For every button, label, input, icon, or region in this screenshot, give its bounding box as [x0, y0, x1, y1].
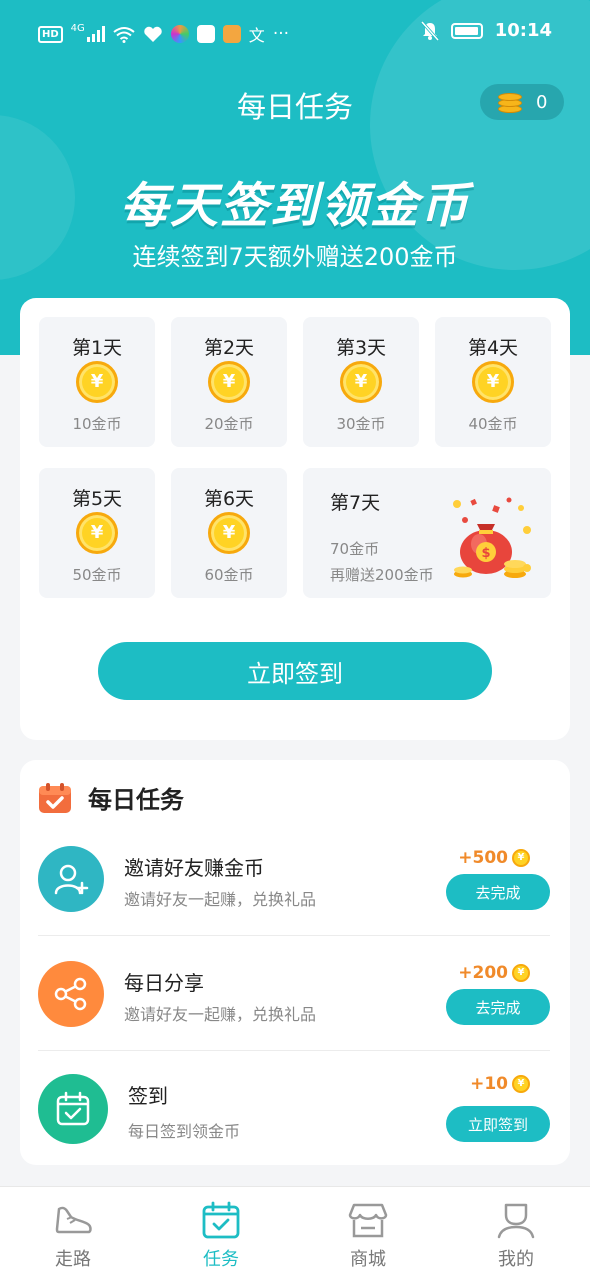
day-label: 第6天 — [203, 488, 255, 510]
app-notification-icon — [170, 25, 189, 43]
day-reward: 70金币 — [330, 540, 380, 558]
task-name: 邀请好友赚金币 — [124, 856, 264, 880]
signal-icon — [86, 26, 105, 42]
day-label: 第4天 — [467, 337, 519, 359]
tasks-title: 每日任务 — [88, 786, 184, 814]
task-row-checkin: 签到 每日签到领金币 +10 ¥ 立即签到 — [38, 1072, 550, 1186]
hd-indicator: HD — [38, 25, 63, 43]
coin-balance: 0 — [536, 91, 548, 113]
tab-profile[interactable]: 我的 — [466, 1187, 566, 1278]
translate-icon: 文 — [248, 26, 265, 45]
tab-label: 商城 — [350, 1249, 386, 1270]
checkin-day-4: 第4天 ¥ 40金币 — [435, 317, 551, 447]
day-reward: 50金币 — [72, 566, 122, 584]
calendar-check-icon — [39, 782, 71, 813]
shoe-icon — [55, 1206, 92, 1234]
user-icon — [497, 1203, 535, 1239]
checkin-button[interactable]: 立即签到 — [98, 642, 492, 700]
checkin-day-7: 第7天 70金币 再赠送200金币 $ — [303, 468, 551, 598]
divider — [38, 935, 550, 936]
more-notifications-icon: ··· — [272, 24, 290, 44]
add-user-icon — [38, 846, 104, 912]
checkin-day-3: 第3天 ¥ 30金币 — [303, 317, 419, 447]
day-reward: 60金币 — [204, 566, 254, 584]
task-name: 签到 — [128, 1084, 168, 1108]
tab-label: 我的 — [498, 1249, 534, 1270]
wifi-icon — [113, 26, 135, 43]
day-label: 第1天 — [71, 337, 123, 359]
coin-stack-icon — [498, 91, 522, 113]
daily-tasks-card: 每日任务 邀请好友赚金币 邀请好友一起赚，兑换礼品 +500 ¥ 去完成 每日分… — [20, 760, 570, 1165]
mute-bell-icon — [420, 20, 439, 41]
day-bonus-reward: 再赠送200金币 — [330, 566, 434, 584]
tasks-header: 每日任务 — [38, 780, 184, 815]
calendar-check-icon — [202, 1201, 240, 1239]
coin-icon: ¥ — [208, 361, 250, 403]
bottom-tab-bar: 走路 任务 商城 我的 — [0, 1186, 590, 1278]
day-reward: 10金币 — [72, 415, 122, 433]
day-reward: 20金币 — [204, 415, 254, 433]
checkin-day-5: 第5天 ¥ 50金币 — [39, 468, 155, 598]
tab-tasks[interactable]: 任务 — [171, 1187, 271, 1278]
divider — [38, 1050, 550, 1051]
checkin-day-2: 第2天 ¥ 20金币 — [171, 317, 287, 447]
status-time: 10:14 — [494, 20, 552, 41]
coin-icon: ¥ — [512, 1075, 530, 1093]
task-row-invite: 邀请好友赚金币 邀请好友一起赚，兑换礼品 +500 ¥ 去完成 — [38, 842, 550, 956]
task-bonus-amount: +500 — [458, 848, 508, 868]
tab-label: 任务 — [203, 1249, 239, 1270]
coin-icon: ¥ — [76, 512, 118, 554]
calendar-check-icon — [38, 1074, 108, 1144]
day-label: 第7天 — [330, 492, 381, 514]
app-notification-icon — [196, 25, 215, 43]
health-heart-icon — [144, 26, 162, 42]
share-icon — [38, 961, 104, 1027]
checkin-day-1: 第1天 ¥ 10金币 — [39, 317, 155, 447]
task-row-share: 每日分享 邀请好友一起赚，兑换礼品 +200 ¥ 去完成 — [38, 957, 550, 1071]
day-reward: 30金币 — [336, 415, 386, 433]
task-checkin-button[interactable]: 立即签到 — [446, 1106, 550, 1142]
tab-label: 走路 — [55, 1249, 91, 1270]
app-notification-icon — [222, 25, 241, 43]
task-description: 每日签到领金币 — [128, 1122, 241, 1141]
svg-text:$: $ — [481, 546, 490, 561]
money-bag-icon: $ — [453, 497, 531, 578]
coin-icon: ¥ — [208, 512, 250, 554]
coin-icon: ¥ — [340, 361, 382, 403]
status-bar: HD 4G 文 ··· 10:14 — [0, 0, 590, 66]
task-complete-button[interactable]: 去完成 — [446, 874, 550, 910]
task-complete-button[interactable]: 去完成 — [446, 989, 550, 1025]
task-bonus: +200 ¥ — [458, 963, 530, 983]
hero-banner: 每天签到领金币 — [119, 178, 470, 234]
coin-balance-pill[interactable]: 0 — [480, 84, 564, 120]
hero-subtitle: 连续签到7天额外赠送200金币 — [132, 243, 458, 271]
checkin-day-6: 第6天 ¥ 60金币 — [171, 468, 287, 598]
task-name: 每日分享 — [124, 971, 204, 995]
network-type: 4G — [70, 22, 85, 34]
task-description: 邀请好友一起赚，兑换礼品 — [124, 890, 317, 909]
task-bonus-amount: +10 — [470, 1074, 508, 1094]
coin-icon: ¥ — [76, 361, 118, 403]
checkin-card: 第1天 ¥ 10金币 第2天 ¥ 20金币 第3天 ¥ 30金币 第4天 ¥ 4… — [20, 298, 570, 740]
day-label: 第3天 — [335, 337, 387, 359]
task-bonus: +500 ¥ — [458, 848, 530, 868]
store-icon — [348, 1203, 388, 1238]
task-description: 邀请好友一起赚，兑换礼品 — [124, 1005, 317, 1024]
day-label: 第2天 — [203, 337, 255, 359]
coin-icon: ¥ — [512, 964, 530, 982]
tab-store[interactable]: 商城 — [318, 1187, 418, 1278]
day-reward: 40金币 — [468, 415, 518, 433]
task-bonus: +10 ¥ — [470, 1074, 530, 1094]
coin-icon: ¥ — [472, 361, 514, 403]
coin-icon: ¥ — [512, 849, 530, 867]
tab-walk[interactable]: 走路 — [23, 1187, 123, 1278]
day-label: 第5天 — [71, 488, 123, 510]
battery-icon — [450, 22, 483, 39]
task-bonus-amount: +200 — [458, 963, 508, 983]
